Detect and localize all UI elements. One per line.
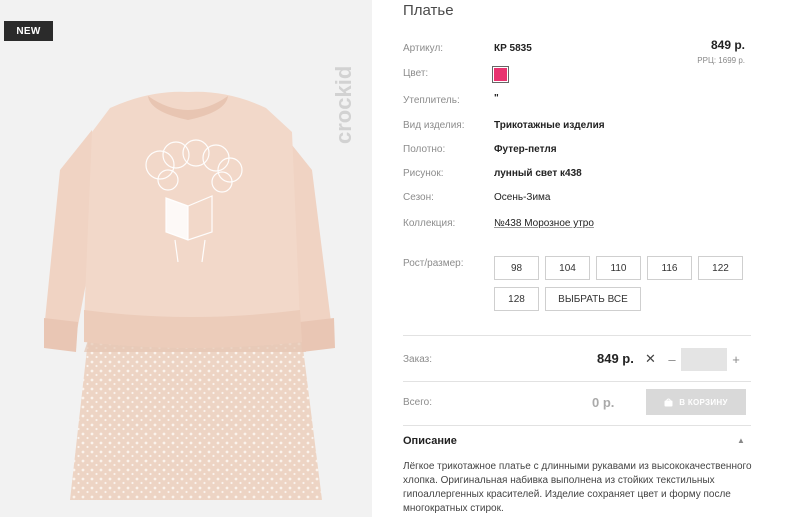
dress-illustration (44, 91, 335, 500)
divider (403, 425, 751, 426)
quantity-plus-button[interactable]: + (730, 352, 742, 367)
collection-link[interactable]: №438 Морозное утро (494, 218, 594, 229)
attr-value-fabric: Футер-петля (494, 144, 557, 155)
attr-label-insulation: Утеплитель: (403, 95, 460, 106)
divider (403, 335, 751, 336)
attr-label-color: Цвет: (403, 68, 429, 79)
add-to-cart-label: В КОРЗИНУ (679, 397, 728, 407)
cart-icon (664, 398, 673, 406)
select-all-sizes-button[interactable]: ВЫБРАТЬ ВСЕ (545, 287, 641, 311)
description-title: Описание (403, 435, 457, 447)
quantity-input[interactable] (681, 348, 727, 371)
attr-value-article: КР 5835 (494, 43, 532, 54)
size-option-122[interactable]: 122 (698, 256, 743, 280)
add-to-cart-button[interactable]: В КОРЗИНУ (646, 389, 746, 415)
product-title: Платье (403, 2, 454, 19)
product-price: 849 р. (710, 38, 745, 52)
crockid-logo: crockid (331, 66, 356, 144)
attr-value-insulation: " (494, 93, 499, 104)
total-price: 0 р. (592, 395, 615, 410)
times-icon: ✕ (645, 351, 656, 366)
quantity-minus-button[interactable]: – (666, 352, 678, 367)
new-badge: NEW (4, 21, 53, 41)
attr-label-type: Вид изделия: (403, 120, 465, 131)
product-details: Платье 849 р. РРЦ: 1699 р. Артикул: КР 5… (372, 0, 800, 517)
size-label: Рост/размер: (403, 258, 464, 269)
collapse-arrow-icon[interactable]: ▲ (737, 436, 745, 445)
total-label: Всего: (403, 397, 432, 408)
attr-value-season: Осень-Зима (494, 192, 551, 203)
size-option-98[interactable]: 98 (494, 256, 539, 280)
order-price: 849 р. (597, 351, 634, 366)
svg-text:crockid: crockid (331, 66, 356, 144)
attr-value-type: Трикотажные изделия (494, 120, 605, 131)
attr-label-print: Рисунок: (403, 168, 444, 179)
size-option-104[interactable]: 104 (545, 256, 590, 280)
order-label: Заказ: (403, 354, 433, 365)
description-text: Лёгкое трикотажное платье с длинными рук… (403, 461, 752, 514)
attr-label-collection: Коллекция: (403, 218, 456, 229)
attr-value-print: лунный свет к438 (494, 168, 582, 179)
attr-label-article: Артикул: (403, 43, 444, 54)
color-swatch[interactable] (492, 66, 509, 83)
size-option-128[interactable]: 128 (494, 287, 539, 311)
attr-label-fabric: Полотно: (403, 144, 446, 155)
product-rrp: РРЦ: 1699 р. (697, 56, 745, 65)
attr-label-season: Сезон: (403, 192, 434, 203)
size-option-110[interactable]: 110 (596, 256, 641, 280)
size-option-116[interactable]: 116 (647, 256, 692, 280)
product-image[interactable]: NEW crockid (0, 0, 372, 517)
divider (403, 381, 751, 382)
